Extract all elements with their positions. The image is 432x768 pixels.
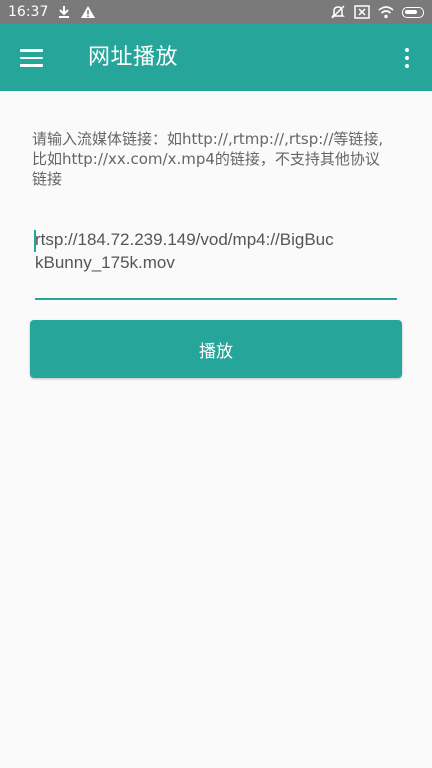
- sim-x-icon: [354, 4, 370, 20]
- more-options-icon[interactable]: [400, 45, 414, 71]
- status-left: 16:37: [8, 4, 96, 20]
- url-hint-text: 请输入流媒体链接：如http://,rtmp://,rtsp://等链接,比如h…: [32, 130, 384, 188]
- status-right: [330, 4, 424, 20]
- silent-icon: [330, 4, 346, 20]
- menu-icon[interactable]: [20, 45, 46, 71]
- warning-icon: [80, 4, 96, 20]
- battery-icon: [402, 6, 424, 18]
- page-title: 网址播放: [88, 45, 179, 70]
- url-input[interactable]: rtsp://184.72.239.149/vod/mp4://BigBuckB…: [34, 228, 397, 300]
- status-bar: 16:37: [0, 0, 432, 24]
- clock-time: 16:37: [8, 4, 49, 20]
- app-bar: 网址播放: [0, 24, 432, 91]
- wifi-icon: [378, 4, 394, 20]
- download-icon: [56, 4, 72, 20]
- url-input-value[interactable]: rtsp://184.72.239.149/vod/mp4://BigBuckB…: [35, 228, 335, 274]
- play-button[interactable]: 播放: [30, 320, 402, 378]
- text-cursor: [34, 230, 36, 252]
